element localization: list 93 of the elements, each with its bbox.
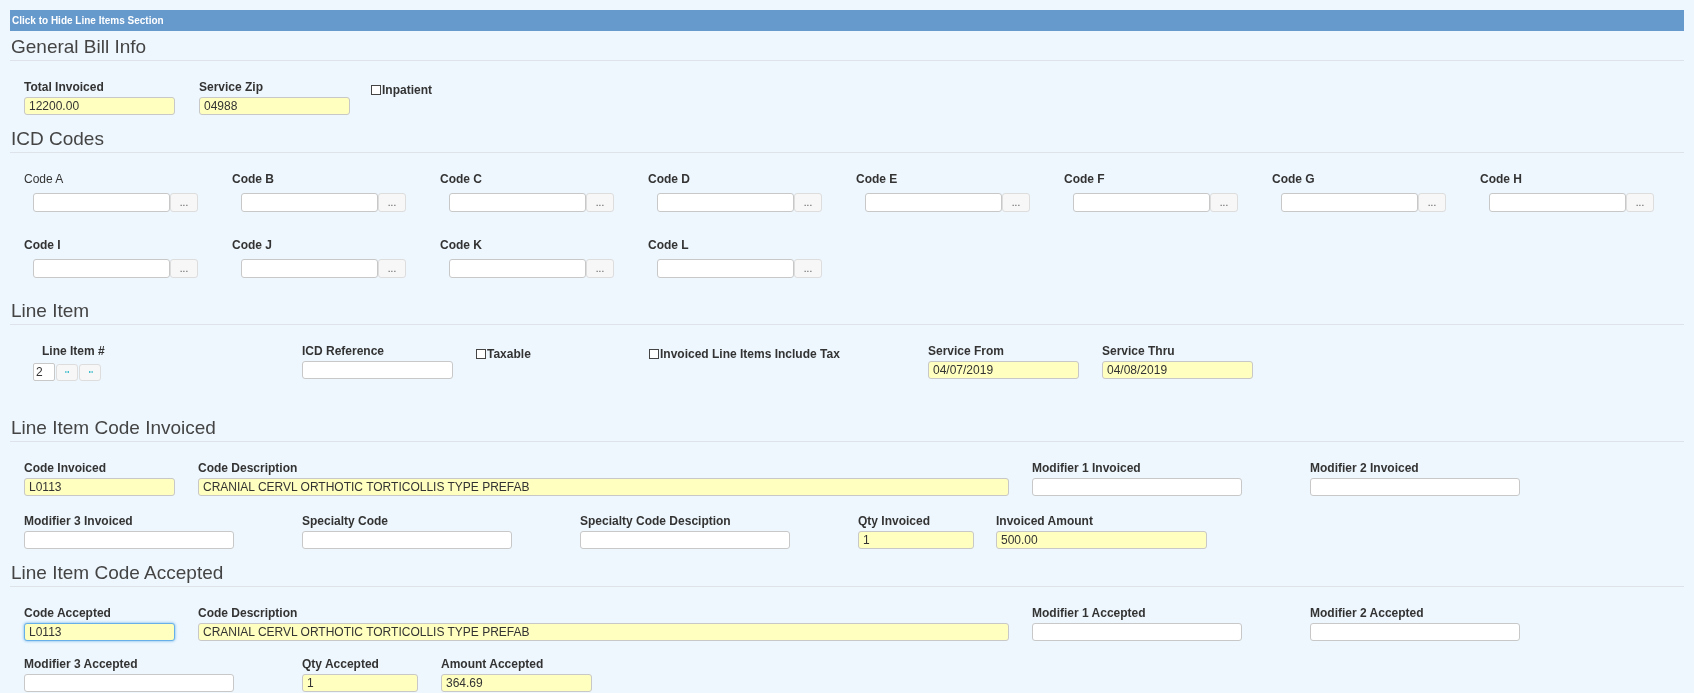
field-label: Code I xyxy=(24,237,62,253)
input-field[interactable] xyxy=(302,361,453,379)
field-label: Specialty Code Desciption xyxy=(580,513,732,529)
field-label: Code J xyxy=(232,237,273,253)
field-label: Code K xyxy=(440,237,483,253)
field-label: Code A xyxy=(24,171,65,187)
lookup-button[interactable]: ... xyxy=(1626,193,1654,212)
input-field[interactable]: 1 xyxy=(858,531,974,549)
lookup-button[interactable]: ... xyxy=(378,193,406,212)
input-field[interactable]: 12200.00 xyxy=(24,97,175,115)
field-label: Code Description xyxy=(198,460,299,476)
input-field[interactable] xyxy=(24,674,234,692)
field-label: Service Zip xyxy=(199,79,265,95)
field-label: Amount Accepted xyxy=(441,656,545,672)
input-field[interactable] xyxy=(33,193,170,212)
input-field[interactable] xyxy=(657,259,794,278)
checkbox-label: Invoiced Line Items Include Tax xyxy=(660,346,840,362)
lookup-button[interactable]: ... xyxy=(170,193,198,212)
field-label: Specialty Code xyxy=(302,513,390,529)
lookup-button[interactable]: ... xyxy=(170,259,198,278)
next-button[interactable] xyxy=(56,363,78,381)
field-label: Invoiced Amount xyxy=(996,513,1094,529)
field-label: Code E xyxy=(856,171,899,187)
input-field[interactable] xyxy=(1281,193,1418,212)
input-field[interactable]: 1 xyxy=(302,674,418,692)
input-field[interactable]: CRANIAL CERVL ORTHOTIC TORTICOLLIS TYPE PREFAB xyxy=(198,478,1009,496)
input-field[interactable]: L0113 xyxy=(24,623,175,641)
field-label: Modifier 1 Invoiced xyxy=(1032,460,1142,476)
field-label: Total Invoiced xyxy=(24,79,105,95)
field-label: Qty Accepted xyxy=(302,656,380,672)
checkbox-label: Taxable xyxy=(487,346,531,362)
field-label: Qty Invoiced xyxy=(858,513,932,529)
field-label: Code F xyxy=(1064,171,1106,187)
input-field[interactable] xyxy=(1489,193,1626,212)
field-label: Code Invoiced xyxy=(24,460,107,476)
input-field[interactable] xyxy=(1310,623,1520,641)
field-label: Code Description xyxy=(198,605,299,621)
checkbox[interactable] xyxy=(476,349,486,359)
input-field[interactable] xyxy=(24,531,234,549)
field-label: Code H xyxy=(1480,171,1523,187)
lookup-button[interactable]: ... xyxy=(1418,193,1446,212)
field-label: Code C xyxy=(440,171,483,187)
lookup-button[interactable]: ... xyxy=(1002,193,1030,212)
section-heading: Line Item Code Invoiced xyxy=(11,417,216,439)
input-field[interactable] xyxy=(865,193,1002,212)
input-field[interactable]: 500.00 xyxy=(996,531,1207,549)
input-field[interactable] xyxy=(1032,478,1242,496)
input-field[interactable]: CRANIAL CERVL ORTHOTIC TORTICOLLIS TYPE PREFAB xyxy=(198,623,1009,641)
section-heading: Line Item Code Accepted xyxy=(11,562,224,584)
field-label: Modifier 2 Accepted xyxy=(1310,605,1425,621)
input-field[interactable]: 364.69 xyxy=(441,674,592,692)
checkbox[interactable] xyxy=(649,349,659,359)
field-label: Service Thru xyxy=(1102,343,1176,359)
input-field[interactable] xyxy=(580,531,790,549)
lookup-button[interactable]: ... xyxy=(586,193,614,212)
field-label: Modifier 2 Invoiced xyxy=(1310,460,1420,476)
input-field[interactable] xyxy=(449,259,586,278)
checkbox[interactable] xyxy=(371,85,381,95)
lookup-button[interactable]: ... xyxy=(1210,193,1238,212)
field-label: Code Accepted xyxy=(24,605,112,621)
input-field[interactable]: L0113 xyxy=(24,478,175,496)
input-field[interactable] xyxy=(302,531,512,549)
input-field[interactable]: 04988 xyxy=(199,97,350,115)
input-field[interactable] xyxy=(449,193,586,212)
field-label: Code L xyxy=(648,237,690,253)
input-field[interactable] xyxy=(1073,193,1210,212)
field-label: Line Item # xyxy=(41,343,106,359)
number-field[interactable]: 2 xyxy=(33,363,55,381)
input-field[interactable]: 04/08/2019 xyxy=(1102,361,1253,379)
input-field[interactable] xyxy=(241,193,378,212)
section-heading: General Bill Info xyxy=(11,36,147,58)
checkbox-label: Inpatient xyxy=(382,82,432,98)
field-label: Code G xyxy=(1272,171,1316,187)
field-label: Service From xyxy=(928,343,1006,359)
lookup-button[interactable]: ... xyxy=(586,259,614,278)
lookup-button[interactable]: ... xyxy=(794,259,822,278)
lookup-button[interactable]: ... xyxy=(378,259,406,278)
field-label: Modifier 3 Invoiced xyxy=(24,513,134,529)
field-label: Modifier 1 Accepted xyxy=(1032,605,1147,621)
input-field[interactable] xyxy=(241,259,378,278)
section-heading: Line Item xyxy=(11,300,90,322)
input-field[interactable] xyxy=(657,193,794,212)
field-label: ICD Reference xyxy=(302,343,386,359)
input-field[interactable] xyxy=(1032,623,1242,641)
lookup-button[interactable]: ... xyxy=(794,193,822,212)
section-heading: ICD Codes xyxy=(11,128,104,150)
input-field[interactable]: 04/07/2019 xyxy=(928,361,1079,379)
field-label: Code D xyxy=(648,171,691,187)
input-field[interactable] xyxy=(33,259,170,278)
field-label: Code B xyxy=(232,171,275,187)
input-field[interactable] xyxy=(1310,478,1520,496)
field-label: Modifier 3 Accepted xyxy=(24,656,139,672)
previous-button[interactable] xyxy=(79,363,101,381)
